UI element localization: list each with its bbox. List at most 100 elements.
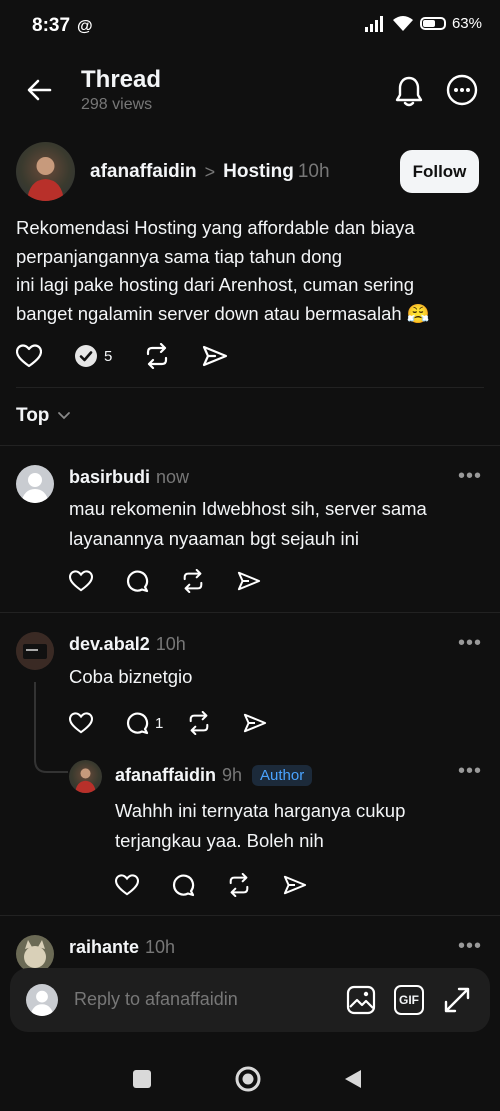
replied-check-icon [75,345,97,367]
comment-body: Wahhh ini ternyata harganya cukup terjan… [115,796,405,856]
send-icon [283,875,307,895]
repost-icon [229,873,249,897]
person-photo-icon [75,768,96,793]
battery-icon [419,17,446,30]
reply-input[interactable]: Reply to afanaffaidin [74,989,238,1010]
post-line: banget ngalamin server down atau bermasa… [16,302,430,324]
back-nav-button[interactable] [344,1069,362,1089]
expand-button[interactable] [442,985,472,1015]
comment-avatar[interactable] [16,632,54,670]
share-button[interactable] [243,712,267,734]
default-user-icon [21,473,49,503]
sort-dropdown[interactable]: Top [16,405,71,427]
post-line: Rekomendasi Hosting yang affordable dan … [16,217,415,238]
home-button[interactable] [235,1066,261,1092]
comment-reply-count: 1 [155,714,164,732]
comment-more-button[interactable]: ••• [458,760,482,783]
share-button[interactable] [237,570,261,592]
comment-button[interactable] [171,873,195,897]
gif-label: GIF [399,993,419,1007]
notification-button[interactable] [393,74,425,108]
comment-author[interactable]: raihante [69,937,139,958]
comment-avatar[interactable] [69,760,102,793]
comment-time: 10h [145,937,176,957]
comment-more-button[interactable]: ••• [458,935,482,958]
arrow-left-icon [27,79,52,101]
comment-line: terjangkau yaa. Boleh nih [115,830,324,851]
back-button[interactable] [24,74,56,106]
post-body: Rekomendasi Hosting yang affordable dan … [16,214,486,328]
page-title: Thread [81,66,162,93]
author-badge: Author [252,765,313,786]
laptop-photo-icon [16,632,54,670]
more-circle-icon [446,74,478,106]
repost-button[interactable] [181,569,205,593]
comment-avatar[interactable] [16,465,54,503]
comment-button[interactable]: 1 [125,711,163,735]
attach-image-button[interactable] [346,985,376,1015]
post-topic-tag[interactable]: Hosting [223,161,294,183]
comment-more-button[interactable]: ••• [458,632,482,655]
image-icon [346,985,376,1015]
comment-author[interactable]: afanaffaidin [115,765,216,786]
heart-icon [115,874,139,896]
repost-icon [183,569,203,593]
follow-button[interactable]: Follow [400,150,479,193]
chevron-down-icon [58,412,71,420]
my-avatar [26,984,58,1016]
comment-actions [115,873,307,897]
post-time: 10h [297,161,330,182]
comment-body: mau rekomenin Idwebhost sih, server sama… [69,494,427,554]
threads-notification-icon: @ [77,18,93,35]
gif-button[interactable]: GIF [394,985,424,1015]
comment-button[interactable] [125,569,149,593]
thread-connector-line [34,682,68,773]
speech-bubble-icon [126,712,149,735]
comment-line: Coba biznetgio [69,666,193,687]
comment-body: Coba biznetgio [69,662,192,692]
comment-line: Wahhh ini ternyata harganya cukup [115,800,406,821]
signal-icon [364,15,383,32]
comment-line: layanannya nyaaman bgt sejauh ini [69,528,360,549]
comment-time: 10h [155,634,186,654]
like-button[interactable] [69,570,93,592]
share-button[interactable] [283,874,307,896]
post-author-name[interactable]: afanaffaidin [90,161,197,183]
post-author-avatar[interactable] [16,142,75,201]
chevron-right-icon: > [204,161,216,182]
send-icon [203,345,228,367]
status-time: 8:37 [32,15,71,36]
repost-button[interactable] [187,711,211,735]
home-circle-icon [235,1066,261,1092]
reply-count-button[interactable]: 5 [74,344,112,368]
post-actions: 5 [16,343,228,369]
like-button[interactable] [16,344,42,368]
speech-bubble-icon [172,874,195,897]
repost-icon [147,343,168,369]
bell-icon [395,76,423,107]
repost-button[interactable] [227,873,251,897]
reply-composer[interactable]: Reply to afanaffaidin GIF [10,968,490,1032]
more-options-button[interactable] [445,73,479,107]
divider [16,387,484,388]
comment-more-button[interactable]: ••• [458,465,482,488]
person-photo-icon [27,157,64,201]
like-button[interactable] [115,874,139,896]
recent-apps-button[interactable] [133,1070,151,1088]
comment-author[interactable]: dev.abal2 [69,634,150,655]
like-button[interactable] [69,712,93,734]
share-button[interactable] [202,344,228,368]
comment-author[interactable]: basirbudi [69,467,150,488]
speech-bubble-icon [126,570,149,593]
repost-button[interactable] [144,343,170,369]
status-bar: 8:37 @ 63% [0,0,500,52]
send-icon [244,713,267,733]
post-meta: afanaffaidin > Hosting 10h [90,161,330,183]
expand-icon [444,987,470,1013]
post-line: ini lagi pake hosting dari Arenhost, cum… [16,274,414,295]
repost-icon [190,711,209,735]
send-icon [237,571,261,591]
comment-actions: 1 [69,711,267,735]
battery-percent: 63% [451,15,482,32]
triangle-back-icon [345,1070,361,1088]
